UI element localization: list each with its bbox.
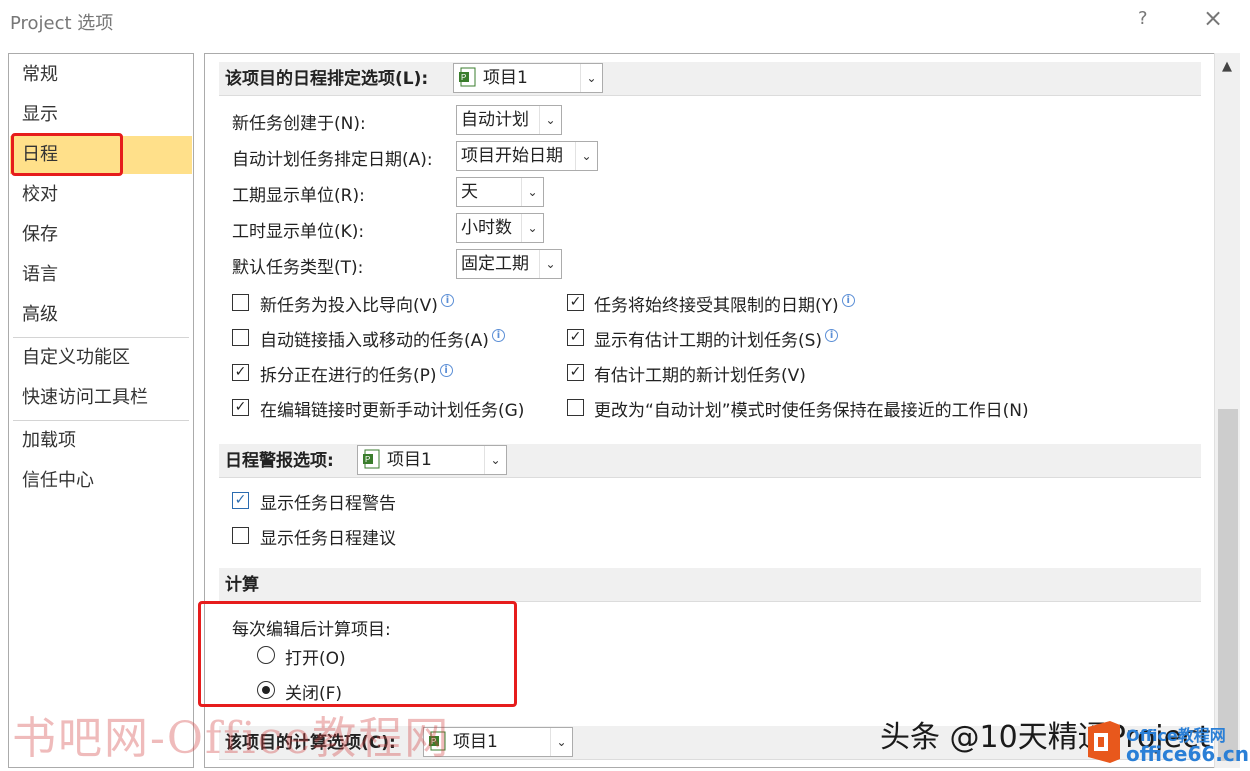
scroll-thumb[interactable] <box>1218 409 1238 761</box>
watermark-left: 书吧网-Office教程网 <box>12 713 451 764</box>
section-schedule-options: 该项目的日程排定选项(L): P 项目1 ⌄ <box>219 62 1201 96</box>
section-title: 日程警报选项: <box>225 451 334 471</box>
checkbox-label-show-warnings: 显示任务日程警告 <box>260 494 396 514</box>
sidebar-item-general[interactable]: 常规 <box>10 56 192 94</box>
checkbox-label-show-suggestions: 显示任务日程建议 <box>260 529 396 549</box>
section-calculation: 计算 <box>219 568 1201 602</box>
checkbox-honor-constraints[interactable]: ✓ <box>567 294 584 311</box>
checkbox-label-autolink: 自动链接插入或移动的任务(A) i <box>260 326 505 351</box>
label-text: 显示有估计工期的计划任务(S) <box>594 331 823 351</box>
checkbox-label-keep-nearest-workday: 更改为“自动计划”模式时使任务保持在最接近的工作日(N) <box>594 401 1029 421</box>
section-schedule-alerts: 日程警报选项: P 项目1 ⌄ <box>219 444 1201 478</box>
duration-unit-select[interactable]: 天 ⌄ <box>456 177 544 207</box>
checkbox-autolink[interactable] <box>232 329 249 346</box>
field-label-duration-unit: 工期显示单位(R): <box>232 186 365 206</box>
checkbox-label-effort-driven: 新任务为投入比导向(V) i <box>260 291 454 316</box>
help-icon[interactable]: ? <box>1138 8 1148 29</box>
chevron-down-icon[interactable]: ⌄ <box>575 142 597 170</box>
checkbox-split-tasks[interactable]: ✓ <box>232 364 249 381</box>
label-text: 新任务为投入比导向(V) <box>260 296 438 316</box>
highlight-box-calculation <box>198 601 517 707</box>
select-value: 天 <box>461 182 478 202</box>
info-icon: i <box>491 329 505 342</box>
info-icon: i <box>825 329 839 342</box>
chevron-down-icon[interactable]: ⌄ <box>550 728 572 756</box>
checkbox-show-suggestions[interactable] <box>232 527 249 544</box>
checkbox-show-warnings[interactable]: ✓ <box>232 492 249 509</box>
chevron-down-icon[interactable]: ⌄ <box>580 64 602 92</box>
checkbox-label-update-manual: 在编辑链接时更新手动计划任务(G) <box>260 401 525 421</box>
sidebar-divider <box>13 420 189 421</box>
sidebar-item-quick-access-toolbar[interactable]: 快速访问工具栏 <box>10 379 192 417</box>
project-select-schedule[interactable]: P 项目1 ⌄ <box>453 63 603 93</box>
label-text: 拆分正在进行的任务(P) <box>260 366 437 386</box>
select-value: 小时数 <box>461 218 512 238</box>
project-select-value: 项目1 <box>453 732 498 752</box>
checkbox-keep-nearest-workday[interactable] <box>567 399 584 416</box>
work-unit-select[interactable]: 小时数 ⌄ <box>456 213 544 243</box>
checkbox-label-new-estimated: 有估计工期的新计划任务(V) <box>594 366 806 386</box>
task-type-select[interactable]: 固定工期 ⌄ <box>456 249 562 279</box>
field-label-task-type: 默认任务类型(T): <box>232 258 364 278</box>
chevron-down-icon[interactable]: ⌄ <box>521 214 543 242</box>
checkbox-update-manual[interactable]: ✓ <box>232 399 249 416</box>
checkbox-label-honor-constraints: 任务将始终接受其限制的日期(Y) i <box>594 291 855 316</box>
project-file-icon: P <box>362 449 382 469</box>
section-title: 计算 <box>225 575 259 595</box>
checkbox-show-estimated[interactable]: ✓ <box>567 329 584 346</box>
label-text: 自动链接插入或移动的任务(A) <box>260 331 489 351</box>
chevron-down-icon[interactable]: ⌄ <box>539 106 561 134</box>
svg-text:P: P <box>365 455 370 464</box>
checkbox-label-show-estimated: 显示有估计工期的计划任务(S) i <box>594 326 839 351</box>
sidebar-divider <box>13 337 189 338</box>
project-select-value: 项目1 <box>483 68 528 88</box>
sidebar-item-customize-ribbon[interactable]: 自定义功能区 <box>10 339 192 377</box>
sidebar-item-proofing[interactable]: 校对 <box>10 176 192 214</box>
sidebar-item-language[interactable]: 语言 <box>10 256 192 294</box>
field-label-work-unit: 工时显示单位(K): <box>232 222 365 242</box>
chevron-down-icon[interactable]: ⌄ <box>521 178 543 206</box>
info-icon: i <box>439 364 453 377</box>
select-value: 项目开始日期 <box>461 146 563 166</box>
window-title: Project 选项 <box>10 13 114 34</box>
new-task-select[interactable]: 自动计划 ⌄ <box>456 105 562 135</box>
office-logo-icon <box>1084 719 1124 765</box>
field-label-autoschedule-date: 自动计划任务排定日期(A): <box>232 150 433 170</box>
info-icon: i <box>440 294 454 307</box>
sidebar-item-display[interactable]: 显示 <box>10 96 192 134</box>
checkbox-effort-driven[interactable] <box>232 294 249 311</box>
vertical-scrollbar[interactable]: ▲ <box>1214 53 1240 768</box>
field-label-new-task: 新任务创建于(N): <box>232 114 366 134</box>
sidebar-item-addins[interactable]: 加载项 <box>10 422 192 460</box>
logo-text-line2: office66.cn <box>1126 742 1249 766</box>
scroll-up-icon[interactable]: ▲ <box>1222 59 1232 74</box>
sidebar-item-save[interactable]: 保存 <box>10 216 192 254</box>
chevron-down-icon[interactable]: ⌄ <box>539 250 561 278</box>
autoschedule-date-select[interactable]: 项目开始日期 ⌄ <box>456 141 598 171</box>
sidebar-item-trust-center[interactable]: 信任中心 <box>10 462 192 500</box>
select-value: 自动计划 <box>461 110 529 130</box>
label-text: 任务将始终接受其限制的日期(Y) <box>594 296 839 316</box>
select-value: 固定工期 <box>461 254 529 274</box>
close-icon[interactable]: × <box>1203 6 1223 30</box>
checkbox-label-split-tasks: 拆分正在进行的任务(P) i <box>260 361 453 386</box>
highlight-box-schedule <box>11 133 123 176</box>
info-icon: i <box>841 294 855 307</box>
chevron-down-icon[interactable]: ⌄ <box>484 446 506 474</box>
checkbox-new-estimated[interactable]: ✓ <box>567 364 584 381</box>
svg-text:P: P <box>461 73 466 82</box>
project-select-value: 项目1 <box>387 450 432 470</box>
section-title: 该项目的日程排定选项(L): <box>225 69 429 89</box>
sidebar-item-advanced[interactable]: 高级 <box>10 296 192 334</box>
title-bar: Project 选项 ? × <box>0 0 1250 44</box>
project-file-icon: P <box>458 67 478 87</box>
project-select-alerts[interactable]: P 项目1 ⌄ <box>357 445 507 475</box>
